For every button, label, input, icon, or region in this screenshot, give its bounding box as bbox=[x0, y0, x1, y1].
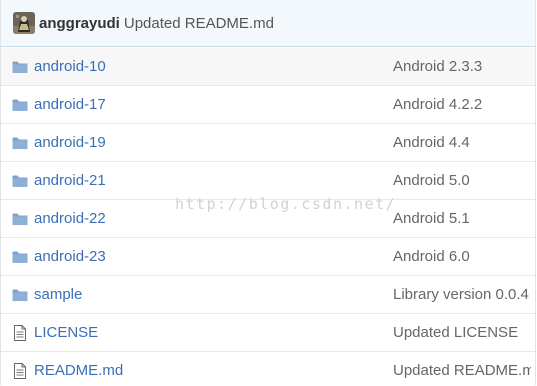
commit-message-link[interactable]: Updated README.md bbox=[393, 362, 531, 380]
folder-icon bbox=[12, 59, 28, 75]
file-row[interactable]: android-10 Android 2.3.3 bbox=[1, 48, 535, 86]
folder-icon bbox=[12, 135, 28, 151]
file-row[interactable]: README.md Updated README.md bbox=[1, 352, 535, 386]
file-browser: anggrayudi Updated README.md android-10 An… bbox=[0, 0, 536, 385]
file-row[interactable]: android-21 Android 5.0 bbox=[1, 162, 535, 200]
folder-link[interactable]: sample bbox=[34, 286, 82, 304]
file-row[interactable]: android-19 Android 4.4 bbox=[1, 124, 535, 162]
folder-link[interactable]: android-21 bbox=[34, 172, 106, 190]
folder-icon bbox=[12, 97, 28, 113]
commit-message-link[interactable]: Library version 0.0.4 bbox=[393, 286, 529, 304]
file-row[interactable]: sample Library version 0.0.4 bbox=[1, 276, 535, 314]
file-link[interactable]: README.md bbox=[34, 362, 123, 380]
folder-link[interactable]: android-22 bbox=[34, 210, 106, 228]
avatar[interactable] bbox=[13, 12, 35, 34]
commit-author-link[interactable]: anggrayudi bbox=[39, 15, 120, 32]
latest-commit-bar: anggrayudi Updated README.md bbox=[1, 0, 535, 47]
commit-message-link[interactable]: Android 5.0 bbox=[393, 172, 470, 190]
folder-link[interactable]: android-23 bbox=[34, 248, 106, 266]
commit-message-link[interactable]: Android 4.2.2 bbox=[393, 96, 482, 114]
commit-message-link[interactable]: Updated LICENSE bbox=[393, 324, 518, 342]
file-row[interactable]: android-22 Android 5.1 bbox=[1, 200, 535, 238]
commit-summary: anggrayudi Updated README.md bbox=[39, 14, 274, 33]
file-row[interactable]: LICENSE Updated LICENSE bbox=[1, 314, 535, 352]
folder-icon bbox=[12, 249, 28, 265]
folder-icon bbox=[12, 287, 28, 303]
file-row[interactable]: android-17 Android 4.2.2 bbox=[1, 86, 535, 124]
file-list: android-10 Android 2.3.3 android-17 Android… bbox=[1, 48, 535, 386]
commit-message-link[interactable]: Android 2.3.3 bbox=[393, 58, 482, 76]
file-row[interactable]: android-23 Android 6.0 bbox=[1, 238, 535, 276]
folder-link[interactable]: android-17 bbox=[34, 96, 106, 114]
file-icon bbox=[12, 325, 28, 341]
folder-link[interactable]: android-10 bbox=[34, 58, 106, 76]
commit-message-link[interactable]: Android 4.4 bbox=[393, 134, 470, 152]
folder-icon bbox=[12, 173, 28, 189]
file-link[interactable]: LICENSE bbox=[34, 324, 98, 342]
commit-message-link[interactable]: Updated README.md bbox=[124, 15, 274, 32]
folder-link[interactable]: android-19 bbox=[34, 134, 106, 152]
folder-icon bbox=[12, 211, 28, 227]
commit-message-link[interactable]: Android 6.0 bbox=[393, 248, 470, 266]
file-icon bbox=[12, 363, 28, 379]
avatar-image bbox=[13, 12, 35, 34]
commit-message-link[interactable]: Android 5.1 bbox=[393, 210, 470, 228]
